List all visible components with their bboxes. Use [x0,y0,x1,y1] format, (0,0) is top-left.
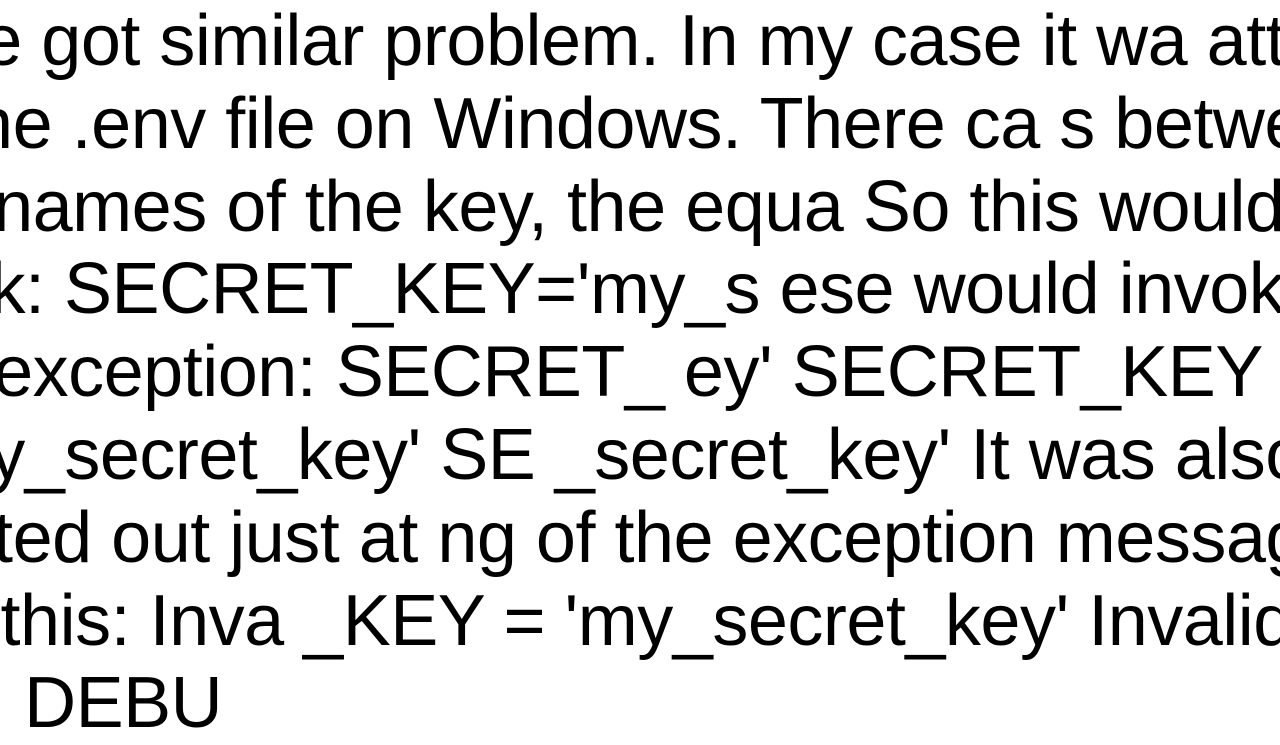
document-body-text: : I've got similar problem. In my case i… [0,0,1280,745]
